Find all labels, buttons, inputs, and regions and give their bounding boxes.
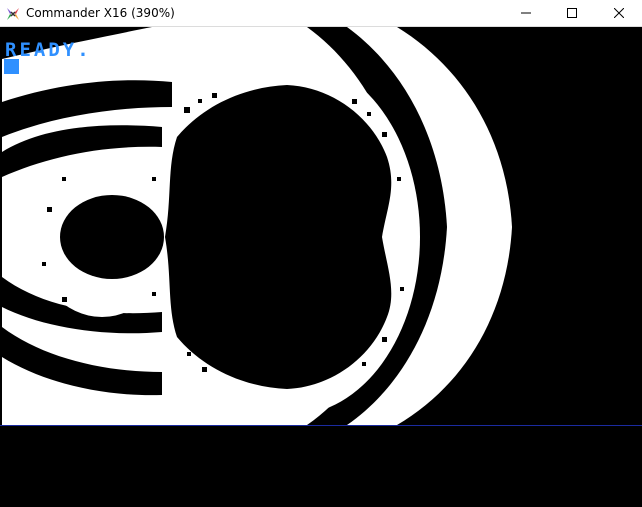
screen-divider: [0, 425, 642, 426]
maximize-icon: [567, 8, 577, 18]
commander-x16-icon: [6, 6, 20, 20]
minimize-icon: [521, 12, 531, 14]
mandelbrot-fractal: [2, 27, 640, 425]
emulator-screen: READY.: [2, 27, 640, 425]
title-bar[interactable]: Commander X16 (390%): [0, 0, 642, 27]
maximize-button[interactable]: [549, 0, 595, 26]
ready-prompt: READY.: [5, 39, 92, 61]
window-title: Commander X16 (390%): [26, 6, 175, 20]
emulator-viewport[interactable]: READY.: [0, 27, 642, 507]
text-cursor: [4, 59, 19, 74]
minimize-button[interactable]: [503, 0, 549, 26]
close-icon: [614, 8, 624, 18]
close-button[interactable]: [596, 0, 642, 26]
